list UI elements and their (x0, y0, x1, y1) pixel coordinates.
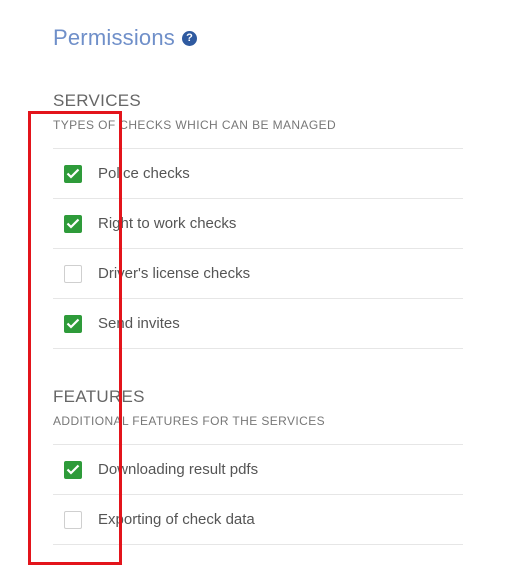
permission-item-right-to-work-checks[interactable]: Right to work checks (53, 199, 463, 249)
checkbox-unchecked[interactable] (64, 510, 82, 529)
permission-item-exporting-of-check-data[interactable]: Exporting of check data (53, 495, 463, 545)
checkbox-unchecked[interactable] (64, 264, 82, 283)
permission-label: Police checks (98, 165, 190, 182)
services-section: SERVICES TYPES OF CHECKS WHICH CAN BE MA… (53, 90, 463, 349)
check-icon (66, 168, 80, 179)
permission-label: Send invites (98, 315, 180, 332)
permissions-page: Permissions ? SERVICES TYPES OF CHECKS W… (0, 0, 505, 570)
permission-label: Driver's license checks (98, 265, 251, 282)
features-subheading: ADDITIONAL FEATURES FOR THE SERVICES (53, 414, 326, 428)
help-icon[interactable]: ? (182, 30, 198, 46)
check-icon (66, 218, 80, 229)
page-title: Permissions (53, 25, 176, 50)
services-list: Police checks Right to work checks Drive… (53, 148, 463, 349)
features-section: FEATURES ADDITIONAL FEATURES FOR THE SER… (53, 386, 463, 545)
permission-item-downloading-result-pdfs[interactable]: Downloading result pdfs (53, 445, 463, 495)
permission-item-police-checks[interactable]: Police checks (53, 149, 463, 199)
permission-item-drivers-license-checks[interactable]: Driver's license checks (53, 249, 463, 299)
checkbox-checked[interactable] (64, 214, 82, 233)
checkbox-checked[interactable] (64, 460, 82, 479)
title-row: Permissions ? (53, 22, 198, 54)
permission-item-send-invites[interactable]: Send invites (53, 299, 463, 349)
services-heading: SERVICES (53, 91, 142, 110)
features-heading: FEATURES (53, 387, 145, 406)
checkbox-checked[interactable] (64, 164, 82, 183)
permission-label: Right to work checks (98, 215, 237, 232)
services-subheading: TYPES OF CHECKS WHICH CAN BE MANAGED (53, 118, 337, 132)
permission-label: Downloading result pdfs (98, 461, 259, 478)
check-icon (66, 464, 80, 475)
features-list: Downloading result pdfs Exporting of che… (53, 444, 463, 545)
checkbox-checked[interactable] (64, 314, 82, 333)
permission-label: Exporting of check data (98, 511, 255, 528)
check-icon (66, 318, 80, 329)
